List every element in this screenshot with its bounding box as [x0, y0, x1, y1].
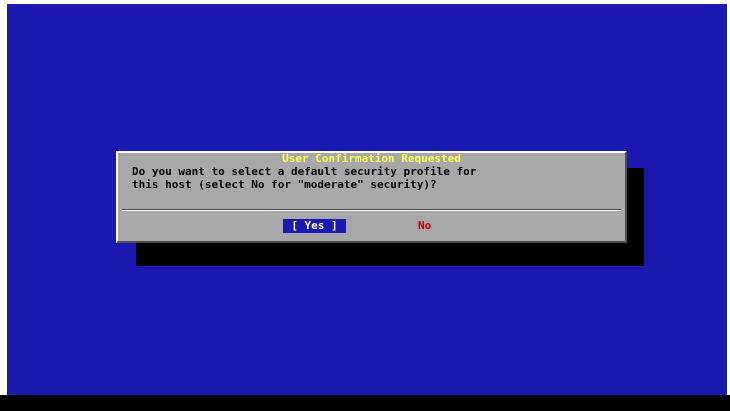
dialog-message-line-1: Do you want to select a default security…	[132, 165, 477, 178]
yes-button[interactable]: [ Yes ]	[283, 219, 346, 233]
confirmation-dialog: User Confirmation Requested Do you want …	[116, 151, 627, 243]
dialog-separator	[122, 209, 621, 211]
no-button[interactable]: No	[418, 219, 440, 233]
dialog-message-line-2: this host (select No for "moderate" secu…	[132, 178, 437, 191]
dialog-message: Do you want to select a default security…	[132, 165, 617, 191]
dialog-title: User Confirmation Requested	[282, 152, 461, 165]
console-bottom-bar	[0, 395, 730, 411]
